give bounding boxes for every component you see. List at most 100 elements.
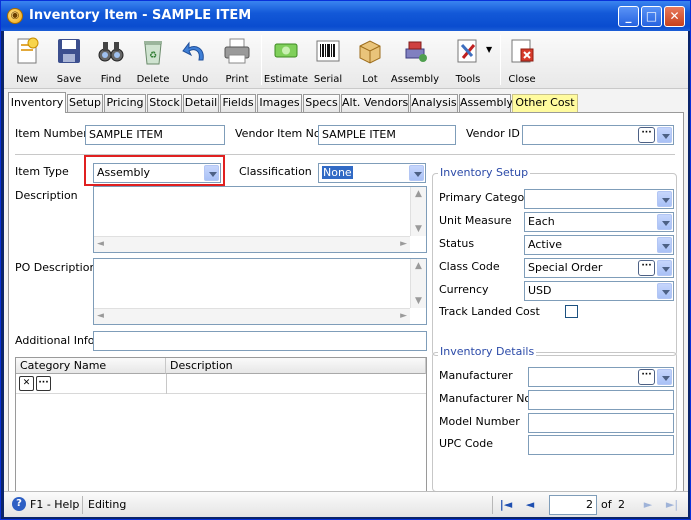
floppy-save-icon bbox=[58, 39, 80, 63]
class-code-lookup-button[interactable]: ··· bbox=[638, 260, 655, 276]
tab-alt-vendors[interactable]: Alt. Vendors bbox=[341, 94, 409, 112]
description-vscroll[interactable]: ▲ ▼ bbox=[410, 187, 426, 236]
po-description-textarea[interactable]: ▲ ▼ ◄ ► bbox=[93, 258, 427, 325]
first-record-icon[interactable]: |◄ bbox=[498, 497, 514, 513]
tab-analysis[interactable]: Analysis bbox=[410, 94, 458, 112]
window-title: Inventory Item - SAMPLE ITEM bbox=[29, 8, 252, 23]
tab-detail[interactable]: Detail bbox=[183, 94, 219, 112]
model-number-label: Model Number bbox=[439, 415, 520, 428]
description-textarea[interactable]: ▲ ▼ ◄ ► bbox=[93, 186, 427, 253]
manufacturer-no-field[interactable] bbox=[528, 390, 674, 410]
classification-dropdown-icon[interactable] bbox=[409, 165, 424, 181]
print-label: Print bbox=[225, 74, 249, 85]
save-button[interactable]: Save bbox=[49, 34, 89, 86]
item-number-field[interactable]: SAMPLE ITEM bbox=[85, 125, 225, 145]
grid-header-description[interactable]: Description bbox=[166, 358, 426, 374]
category-grid: Category Name Description ✕ ··· bbox=[15, 357, 427, 496]
lot-button[interactable]: Lot bbox=[350, 34, 390, 86]
primary-category-combo[interactable] bbox=[524, 189, 674, 209]
help-icon[interactable]: ? bbox=[12, 497, 26, 511]
additional-info-label: Additional Info bbox=[15, 334, 95, 347]
status-label: Status bbox=[439, 237, 475, 250]
status-bar: ? F1 - Help Editing |◄ ◄ 2 of 2 ► ►| bbox=[4, 491, 688, 517]
print-button[interactable]: Print bbox=[217, 34, 257, 86]
vendor-id-label: Vendor ID bbox=[466, 127, 520, 140]
assembly-label: Assembly bbox=[390, 74, 440, 85]
find-button[interactable]: Find bbox=[91, 34, 131, 86]
item-type-combo[interactable]: Assembly bbox=[93, 163, 221, 183]
table-row[interactable]: ✕ ··· bbox=[16, 374, 426, 394]
tab-images[interactable]: Images bbox=[257, 94, 302, 112]
undo-button[interactable]: Undo bbox=[175, 34, 215, 86]
manufacturer-dropdown-icon[interactable] bbox=[657, 369, 672, 385]
tools-button[interactable]: Tools bbox=[448, 34, 488, 86]
tab-pricing[interactable]: Pricing bbox=[104, 94, 146, 112]
unit-measure-combo[interactable]: Each bbox=[524, 212, 674, 232]
manufacturer-label: Manufacturer bbox=[439, 369, 513, 382]
inventory-tab-panel: Item Number SAMPLE ITEM Vendor Item No S… bbox=[8, 112, 684, 497]
additional-info-field[interactable] bbox=[93, 331, 427, 351]
app-icon: ◉ bbox=[7, 8, 23, 24]
tab-other-cost[interactable]: Other Cost bbox=[512, 94, 578, 112]
estimate-button[interactable]: Estimate bbox=[264, 34, 308, 86]
tab-specs[interactable]: Specs bbox=[303, 94, 340, 112]
currency-label: Currency bbox=[439, 283, 489, 296]
grid-column-divider bbox=[166, 374, 167, 394]
po-description-hscroll[interactable]: ◄ ► bbox=[94, 308, 410, 324]
manufacturer-lookup-button[interactable]: ··· bbox=[638, 369, 655, 385]
status-value: Active bbox=[528, 238, 563, 251]
unit-measure-dropdown-icon[interactable] bbox=[657, 214, 672, 230]
previous-record-icon[interactable]: ◄ bbox=[522, 497, 538, 513]
delete-button[interactable]: ♻ Delete bbox=[133, 34, 173, 86]
primary-category-dropdown-icon[interactable] bbox=[657, 191, 672, 207]
next-record-icon[interactable]: ► bbox=[640, 497, 656, 513]
upc-code-field[interactable] bbox=[528, 435, 674, 455]
vendor-id-dropdown-icon[interactable] bbox=[657, 127, 672, 143]
vendor-item-no-field[interactable]: SAMPLE ITEM bbox=[318, 125, 456, 145]
tab-stock[interactable]: Stock bbox=[147, 94, 182, 112]
assembly-button[interactable]: Assembly bbox=[391, 34, 439, 86]
serial-button[interactable]: Serial bbox=[308, 34, 348, 86]
close-button[interactable]: Close bbox=[502, 34, 542, 86]
tab-assembly[interactable]: Assembly bbox=[459, 94, 513, 112]
tab-setup[interactable]: Setup bbox=[67, 94, 103, 112]
inventory-item-window: ◉ Inventory Item - SAMPLE ITEM _ □ ✕ New… bbox=[0, 0, 691, 520]
track-landed-cost-checkbox[interactable] bbox=[565, 305, 578, 318]
maximize-button[interactable]: □ bbox=[641, 6, 662, 27]
grid-header-category-name[interactable]: Category Name bbox=[16, 358, 166, 374]
item-number-label: Item Number bbox=[15, 127, 88, 140]
inventory-details-title: Inventory Details bbox=[438, 345, 537, 358]
model-number-field[interactable] bbox=[528, 413, 674, 433]
description-hscroll[interactable]: ◄ ► bbox=[94, 236, 410, 252]
currency-dropdown-icon[interactable] bbox=[657, 283, 672, 299]
new-button[interactable]: New bbox=[7, 34, 47, 86]
tab-fields[interactable]: Fields bbox=[220, 94, 256, 112]
unit-measure-value: Each bbox=[528, 215, 555, 228]
tools-dropdown-arrow-icon[interactable]: ▼ bbox=[486, 45, 492, 54]
item-type-dropdown-icon[interactable] bbox=[204, 165, 219, 181]
vendor-id-combo[interactable]: ··· bbox=[522, 125, 674, 145]
status-dropdown-icon[interactable] bbox=[657, 237, 672, 253]
close-label: Close bbox=[508, 74, 536, 85]
category-lookup-button[interactable]: ··· bbox=[36, 376, 51, 391]
vendor-id-lookup-button[interactable]: ··· bbox=[638, 127, 655, 143]
delete-row-x-icon[interactable]: ✕ bbox=[19, 376, 34, 391]
tab-strip: Inventory Setup Pricing Stock Detail Fie… bbox=[8, 92, 684, 113]
tools-icon bbox=[457, 39, 477, 63]
po-description-vscroll[interactable]: ▲ ▼ bbox=[410, 259, 426, 308]
class-code-dropdown-icon[interactable] bbox=[657, 260, 672, 276]
manufacturer-combo[interactable]: ··· bbox=[528, 367, 674, 387]
classification-combo[interactable]: None bbox=[318, 163, 426, 183]
minimize-button[interactable]: _ bbox=[618, 6, 639, 27]
manufacturer-no-label: Manufacturer No bbox=[439, 392, 532, 405]
title-bar[interactable]: ◉ Inventory Item - SAMPLE ITEM _ □ ✕ bbox=[1, 1, 690, 31]
status-combo[interactable]: Active bbox=[524, 235, 674, 255]
close-window-button[interactable]: ✕ bbox=[664, 6, 685, 27]
last-record-icon[interactable]: ►| bbox=[664, 497, 680, 513]
tab-inventory[interactable]: Inventory bbox=[8, 92, 66, 113]
record-page-input[interactable]: 2 bbox=[549, 495, 597, 515]
total-records: 2 bbox=[618, 498, 625, 511]
currency-combo[interactable]: USD bbox=[524, 281, 674, 301]
class-code-combo[interactable]: Special Order ··· bbox=[524, 258, 674, 278]
tools-label: Tools bbox=[455, 74, 481, 85]
